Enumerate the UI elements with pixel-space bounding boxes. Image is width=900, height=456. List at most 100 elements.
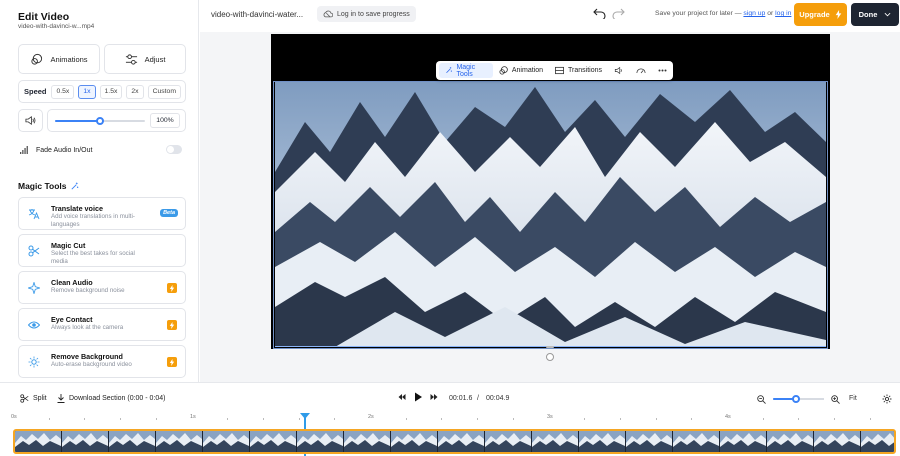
gear-icon[interactable] (882, 394, 892, 404)
split-button[interactable]: Split (20, 394, 47, 403)
magic-cut-tool[interactable]: Magic Cut Select the best takes for soci… (18, 234, 186, 267)
speed-2x[interactable]: 2x (126, 84, 144, 99)
beta-badge: Beta (160, 209, 178, 217)
speed-button[interactable] (630, 63, 652, 78)
speed-1x[interactable]: 1x (78, 84, 96, 99)
zoom-in-icon[interactable] (831, 395, 840, 404)
clip-thumbnail (579, 431, 626, 452)
project-name[interactable]: video-with-davinci-water... (211, 10, 303, 19)
zoom-slider[interactable] (773, 395, 824, 403)
tool-name: Eye Contact (51, 315, 93, 324)
timeline-ruler[interactable]: 0s 1s 2s 3s 4s (0, 412, 900, 426)
ruler-tick (262, 418, 264, 420)
clip-thumbnail (62, 431, 109, 452)
more-options-button[interactable] (652, 63, 673, 78)
total-time: 00:04.9 (486, 395, 510, 402)
cloud-icon (323, 10, 333, 18)
redo-icon[interactable] (612, 8, 625, 19)
rotate-handle-icon[interactable] (546, 353, 554, 361)
ruler-tick (655, 418, 657, 420)
upgrade-button[interactable]: Upgrade (794, 3, 847, 26)
transitions-icon (555, 66, 564, 75)
volume-icon (614, 66, 622, 75)
volume-slider-fill (55, 120, 100, 122)
speed-control: Speed 0.5x 1x 1.5x 2x Custom (18, 80, 186, 103)
done-button[interactable]: Done (851, 3, 899, 26)
canvas-area: Magic Tools Animation Transitions (200, 32, 900, 382)
magic-tools-tab[interactable]: Magic Tools (439, 63, 493, 78)
ruler-tick (691, 418, 693, 420)
volume-icon (25, 116, 36, 125)
scissors-icon (20, 394, 29, 403)
video-clip-track[interactable] (13, 429, 896, 454)
tool-name: Translate voice (51, 204, 103, 213)
fade-audio-toggle[interactable] (166, 145, 182, 154)
clip-thumbnail (485, 431, 532, 452)
sign-up-link[interactable]: sign up (743, 10, 765, 17)
skip-forward-icon[interactable] (430, 393, 438, 401)
download-section-button[interactable]: Download Section (0:00 - 0:04) (57, 394, 166, 403)
clip-thumbnail (203, 431, 250, 452)
ruler-label: 0s (11, 414, 17, 420)
clip-thumbnail (532, 431, 579, 452)
video-stage (271, 34, 830, 349)
tool-name: Remove Background (51, 352, 123, 361)
mute-button[interactable] (18, 109, 43, 132)
zoom-out-icon[interactable] (757, 395, 766, 404)
tool-desc: Add voice translations in multi-language… (51, 213, 135, 228)
volume-button[interactable] (608, 63, 630, 78)
zoom-slider-knob[interactable] (791, 395, 800, 403)
login-save-button[interactable]: Log in to save progress (317, 6, 416, 22)
more-dots-icon (658, 69, 667, 72)
clip-thumbnail (626, 431, 673, 452)
ruler-label: 4s (725, 414, 731, 420)
volume-slider[interactable] (55, 117, 145, 125)
clip-thumbnail (861, 431, 894, 452)
fade-audio-row: Fade Audio In/Out (20, 143, 184, 157)
adjust-button[interactable]: Adjust (104, 44, 186, 74)
log-in-link[interactable]: log in (775, 10, 791, 17)
ruler-tick (227, 418, 229, 420)
play-icon[interactable] (412, 391, 424, 403)
animation-tab[interactable]: Animation (493, 63, 549, 78)
translate-voice-tool[interactable]: Translate voice Add voice translations i… (18, 197, 186, 230)
eye-contact-tool[interactable]: Eye Contact Always look at the camera (18, 308, 186, 341)
clip-thumbnail (720, 431, 767, 452)
fade-icon (20, 146, 28, 154)
file-name: video-with-davinci-w...mp4 (18, 23, 95, 30)
undo-icon[interactable] (593, 8, 606, 19)
selection-frame[interactable] (273, 81, 828, 349)
ruler-tick (334, 418, 336, 420)
remove-background-tool[interactable]: Remove Background Auto-erase background … (18, 345, 186, 378)
volume-slider-knob[interactable] (96, 117, 104, 125)
tool-desc: Always look at the camera (51, 324, 124, 331)
animations-icon (31, 53, 43, 65)
clip-thumbnail (767, 431, 814, 452)
upgrade-label: Upgrade (799, 10, 830, 19)
resize-handle[interactable] (546, 346, 554, 348)
download-icon (57, 394, 65, 403)
eye-icon (28, 321, 40, 329)
speed-1.5x[interactable]: 1.5x (99, 84, 123, 99)
bolt-icon (835, 10, 842, 19)
animations-button[interactable]: Animations (18, 44, 100, 74)
speed-custom[interactable]: Custom (147, 84, 181, 99)
transitions-tab[interactable]: Transitions (549, 63, 608, 78)
chevron-down-icon (884, 12, 891, 17)
tool-name: Clean Audio (51, 278, 93, 287)
ruler-tick (762, 418, 764, 420)
ruler-tick (441, 418, 443, 420)
clip-thumbnail (344, 431, 391, 452)
ruler-tick (48, 418, 50, 420)
speed-0.5x[interactable]: 0.5x (51, 84, 75, 99)
login-save-label: Log in to save progress (337, 10, 410, 18)
scissors-icon (28, 245, 40, 257)
skip-back-icon[interactable] (398, 393, 406, 401)
ruler-label: 3s (547, 414, 553, 420)
volume-value[interactable]: 100% (150, 113, 180, 128)
premium-bolt-icon (167, 357, 177, 367)
clean-audio-tool[interactable]: Clean Audio Remove background noise (18, 271, 186, 304)
clip-thumbnail (15, 431, 62, 452)
fit-button[interactable]: Fit (849, 395, 857, 402)
sparkle-audio-icon (28, 282, 40, 294)
